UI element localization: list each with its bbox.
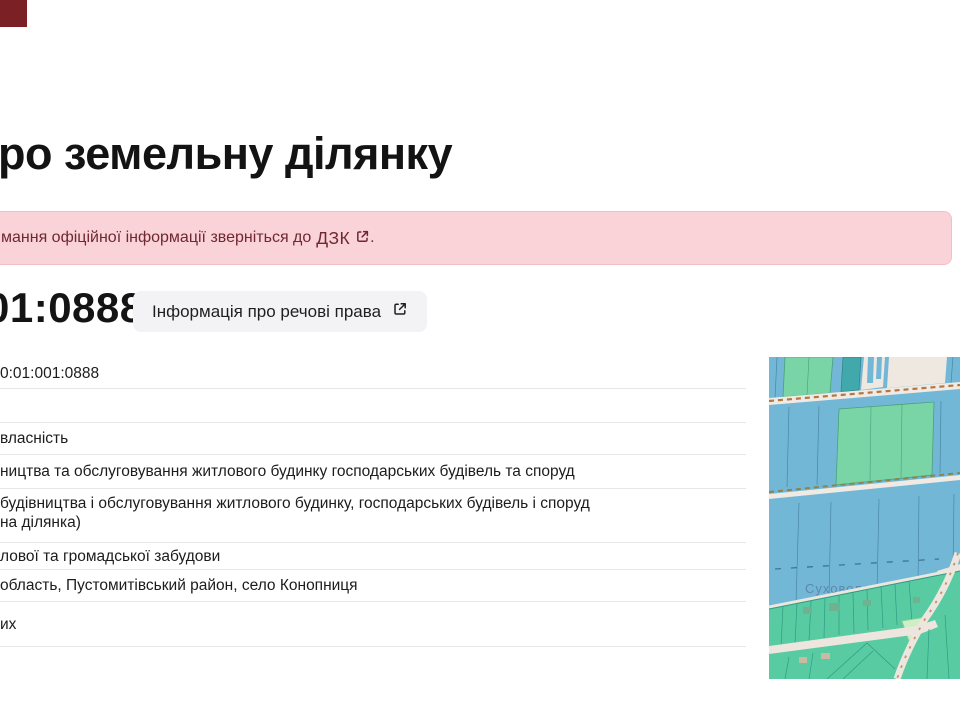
detail-row: будівництва і обслуговування житлового б… [0,489,746,543]
property-rights-button-label: Інформація про речові права [152,302,381,322]
cadastral-number-heading: 01:0888 [0,284,144,332]
map-building [913,597,920,603]
map-building [799,657,807,663]
detail-value-fragment: будівництва і обслуговування житлового б… [0,494,746,513]
detail-row: их [0,602,746,647]
alert-content: мання офіційної інформації зверніться до… [0,228,375,249]
parcel-details-table: 0:01:001:0888 власність ництва та обслуг… [0,358,746,647]
external-link-icon [355,228,370,249]
alert-suffix: . [370,229,374,247]
dzk-link[interactable]: ДЗК [316,228,370,249]
dzk-link-label: ДЗК [316,228,350,249]
detail-value-fragment: область, Пустомитівський район, село Кон… [0,576,746,595]
detail-row: 0:01:001:0888 [0,358,746,389]
detail-value-fragment: власність [0,429,746,448]
map-building [821,653,830,659]
map-building [829,603,840,611]
detail-value-fragment: лової та громадської забудови [0,547,746,566]
detail-value-fragment: их [0,615,746,634]
detail-row: власність [0,423,746,455]
map-teal-parcel [841,357,861,392]
official-info-alert: мання офіційної інформації зверніться до… [0,211,952,265]
top-left-accent-block [0,0,27,27]
property-rights-button[interactable]: Інформація про речові права [133,291,427,332]
page-title: ро земельну ділянку [0,128,452,180]
map-building [863,600,871,606]
detail-row [0,389,746,423]
detail-value-fragment: 0:01:001:0888 [0,364,746,383]
detail-value-fragment: ництва та обслуговування житлового будин… [0,462,746,481]
map-building [803,607,812,614]
detail-value-fragment: на ділянка) [0,513,746,532]
detail-row: ництва та обслуговування житлового будин… [0,455,746,489]
map-green-parcel [836,402,934,485]
map-open-area [887,357,947,388]
external-link-icon [392,301,408,322]
detail-row: область, Пустомитівський район, село Кон… [0,570,746,602]
cadastral-map[interactable]: Суховоля [769,357,960,679]
alert-message: мання офіційної інформації зверніться до [1,229,311,247]
parcel-info-page: ро земельну ділянку мання офіційної інфо… [0,0,960,720]
detail-row: лової та громадської забудови [0,543,746,570]
